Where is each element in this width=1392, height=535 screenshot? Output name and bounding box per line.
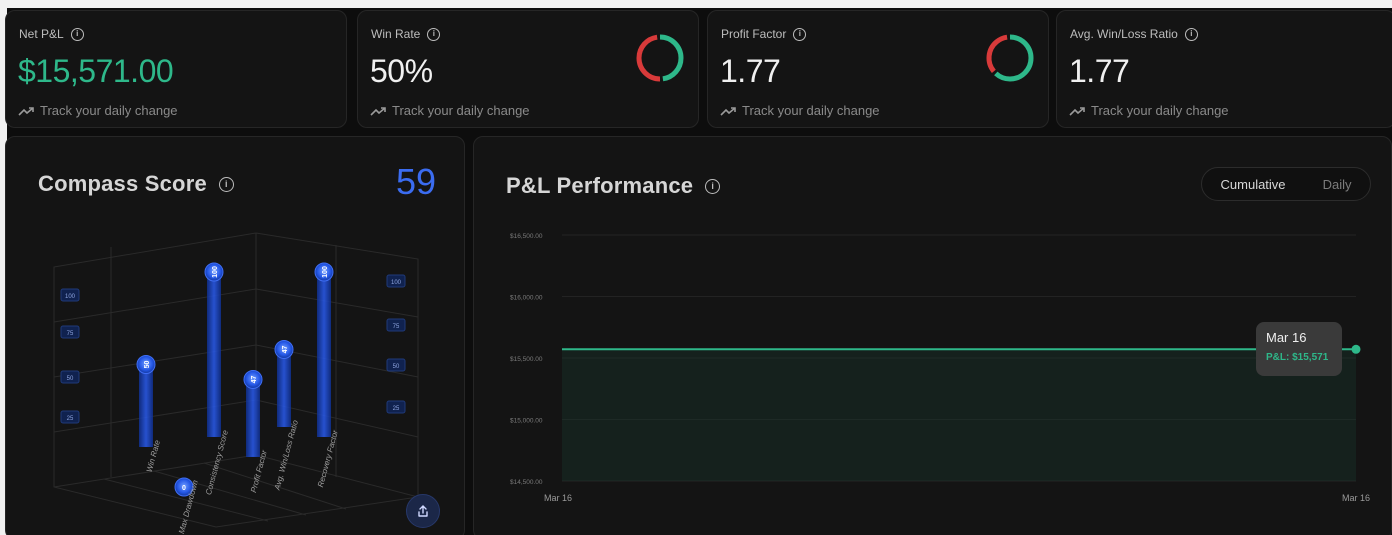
- stat-footer: Track your daily change: [18, 103, 178, 118]
- stat-card-win-rate: Win Rate i 50% Track your daily change: [357, 10, 699, 128]
- bar-value-label: 50: [144, 361, 151, 369]
- left-tick-label: 75: [67, 331, 74, 337]
- footer-text: Track your daily change: [1091, 103, 1229, 118]
- bar-value-label: 0: [182, 485, 186, 492]
- compass-bar[interactable]: 0Max Drawdown: [174, 477, 200, 535]
- avg-win-loss-value: 1.77: [1069, 53, 1130, 89]
- tooltip-value: P&L: $15,571: [1266, 352, 1329, 363]
- pnl-performance-panel: P&L Performance i Cumulative Daily $16,5…: [473, 136, 1392, 535]
- y-tick-label: $14,500.00: [510, 479, 543, 486]
- ring-loss-arc: [986, 34, 1034, 82]
- left-tick-label: 100: [65, 294, 76, 300]
- compass-score-panel: Compass Score i 59 100 75 50 25 100 75 5…: [5, 136, 465, 535]
- pnl-series: [562, 344, 1361, 481]
- bar-pillar: [246, 379, 260, 457]
- stat-label: Profit Factor i: [721, 27, 807, 41]
- pnl-y-ticks: $16,500.00 $16,000.00 $15,500.00 $15,000.00…: [510, 233, 543, 486]
- right-tick-label: 75: [393, 324, 400, 330]
- stat-card-avg-win-loss: Avg. Win/Loss Ratio i 1.77 Track your da…: [1056, 10, 1392, 128]
- footer-text: Track your daily change: [40, 103, 178, 118]
- bar-value-label: 100: [322, 266, 329, 278]
- info-icon[interactable]: i: [793, 27, 807, 41]
- profit-factor-label: Profit Factor: [721, 27, 787, 41]
- pnl-chart: $16,500.00 $16,000.00 $15,500.00 $15,000.00…: [510, 233, 1370, 503]
- area-fill: [562, 349, 1356, 481]
- stat-label: Win Rate i: [371, 27, 441, 41]
- net-pnl-value: $15,571.00: [18, 53, 174, 89]
- stat-footer: Track your daily change: [370, 103, 530, 118]
- tooltip-date: Mar 16: [1266, 330, 1307, 345]
- bar-pillar: [207, 272, 221, 437]
- compass-bar[interactable]: 47Profit Factor: [243, 369, 269, 494]
- pnl-x-ticks: Mar 16 Mar 16: [544, 493, 1370, 503]
- info-icon[interactable]: i: [427, 27, 441, 41]
- pnl-point[interactable]: [1351, 344, 1361, 354]
- y-tick-label: $16,000.00: [510, 295, 543, 302]
- chart-tooltip: Mar 16 P&L: $15,571: [1256, 322, 1342, 376]
- trend-up-icon: [1069, 106, 1085, 116]
- y-tick-label: $15,000.00: [510, 418, 543, 425]
- compass-bar[interactable]: 100Consistency Score: [204, 262, 230, 496]
- stat-label: Net P&L i: [19, 27, 84, 41]
- bar-pillar: [317, 272, 331, 437]
- x-tick-label: Mar 16: [544, 493, 572, 503]
- bar-category-label: Avg. Win/Loss Ratio: [272, 419, 300, 492]
- right-tick: 50: [386, 358, 406, 372]
- win-rate-label: Win Rate: [371, 27, 421, 41]
- win-rate-ring: [636, 34, 684, 82]
- compass-3d-chart: 100 75 50 25 100 75 50 25 50Win Rate 0Max Drawd…: [53, 232, 419, 535]
- stat-card-net-pnl: Net P&L i $15,571.00 Track your daily ch…: [5, 10, 347, 128]
- left-tick-label: 25: [67, 416, 74, 422]
- stat-footer: Track your daily change: [720, 103, 880, 118]
- right-tick: 100: [386, 274, 406, 288]
- left-tick: 75: [60, 325, 80, 339]
- profit-factor-ring: [986, 34, 1034, 82]
- info-icon[interactable]: i: [70, 27, 84, 41]
- left-axis-ticks: 100 75 50 25: [60, 288, 80, 424]
- right-tick-label: 100: [391, 280, 402, 286]
- avg-win-loss-label: Avg. Win/Loss Ratio: [1070, 27, 1178, 41]
- left-tick: 50: [60, 370, 80, 384]
- trend-up-icon: [720, 106, 736, 116]
- trend-up-icon: [370, 106, 386, 116]
- grid-frame: [53, 232, 419, 528]
- share-icon: [418, 505, 428, 517]
- right-axis-ticks: 100 75 50 25: [386, 274, 406, 414]
- win-rate-value: 50%: [370, 53, 433, 89]
- right-tick-label: 50: [393, 364, 400, 370]
- stat-footer: Track your daily change: [1069, 103, 1229, 118]
- bar-pillar: [277, 349, 291, 427]
- bar-value-label: 100: [212, 266, 219, 278]
- right-tick: 25: [386, 400, 406, 414]
- bar-value-label: 47: [251, 375, 258, 383]
- trend-up-icon: [18, 106, 34, 116]
- bar-value-label: 47: [282, 345, 289, 353]
- x-tick-label: Mar 16: [1342, 493, 1370, 503]
- y-tick-label: $15,500.00: [510, 356, 543, 363]
- info-icon[interactable]: i: [1184, 27, 1198, 41]
- right-tick: 75: [386, 318, 406, 332]
- y-tick-label: $16,500.00: [510, 233, 543, 240]
- right-tick-label: 25: [393, 406, 400, 412]
- stat-label: Avg. Win/Loss Ratio i: [1070, 27, 1198, 41]
- left-tick: 100: [60, 288, 80, 302]
- left-tick-label: 50: [67, 376, 74, 382]
- footer-text: Track your daily change: [392, 103, 530, 118]
- bar-pillar: [139, 364, 153, 447]
- left-tick: 25: [60, 410, 80, 424]
- footer-text: Track your daily change: [742, 103, 880, 118]
- dashboard: Net P&L i $15,571.00 Track your daily ch…: [5, 8, 1392, 535]
- stat-card-profit-factor: Profit Factor i 1.77 Track your daily ch…: [707, 10, 1049, 128]
- compass-bar[interactable]: 50Win Rate: [136, 355, 162, 474]
- compass-bar[interactable]: 47 Avg. Win/Loss Ratio: [272, 339, 300, 492]
- profit-factor-value: 1.77: [720, 53, 781, 89]
- net-pnl-label: Net P&L: [19, 27, 64, 41]
- share-button[interactable]: [406, 494, 440, 528]
